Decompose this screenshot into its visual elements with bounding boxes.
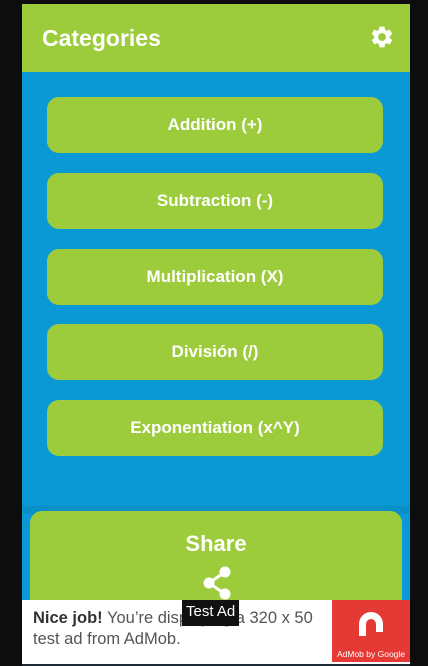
ad-headline: Nice job! [33,609,103,627]
page-title: Categories [42,25,161,51]
gear-icon[interactable] [369,24,395,50]
share-label: Share [185,531,247,556]
test-ad-label: Test Ad [182,600,240,626]
subtraction-button[interactable]: Subtraction (-) [47,173,383,229]
admob-logo-icon [359,612,383,636]
ad-text: Nice job! You’re displaying a 320 x 50 t… [33,608,323,650]
multiplication-button[interactable]: Multiplication (X) [47,249,383,305]
division-button[interactable]: División (/) [47,324,383,380]
exponentiation-button[interactable]: Exponentiation (x^Y) [47,400,383,456]
ad-badge-label: AdMob by Google [336,649,406,659]
share-icon [203,566,231,600]
admob-badge: AdMob by Google [332,600,410,662]
app-bar: Categories [22,4,410,72]
addition-button[interactable]: Addition (+) [47,97,383,153]
app-screen: Categories Addition (+) Subtraction (-) … [22,4,410,666]
